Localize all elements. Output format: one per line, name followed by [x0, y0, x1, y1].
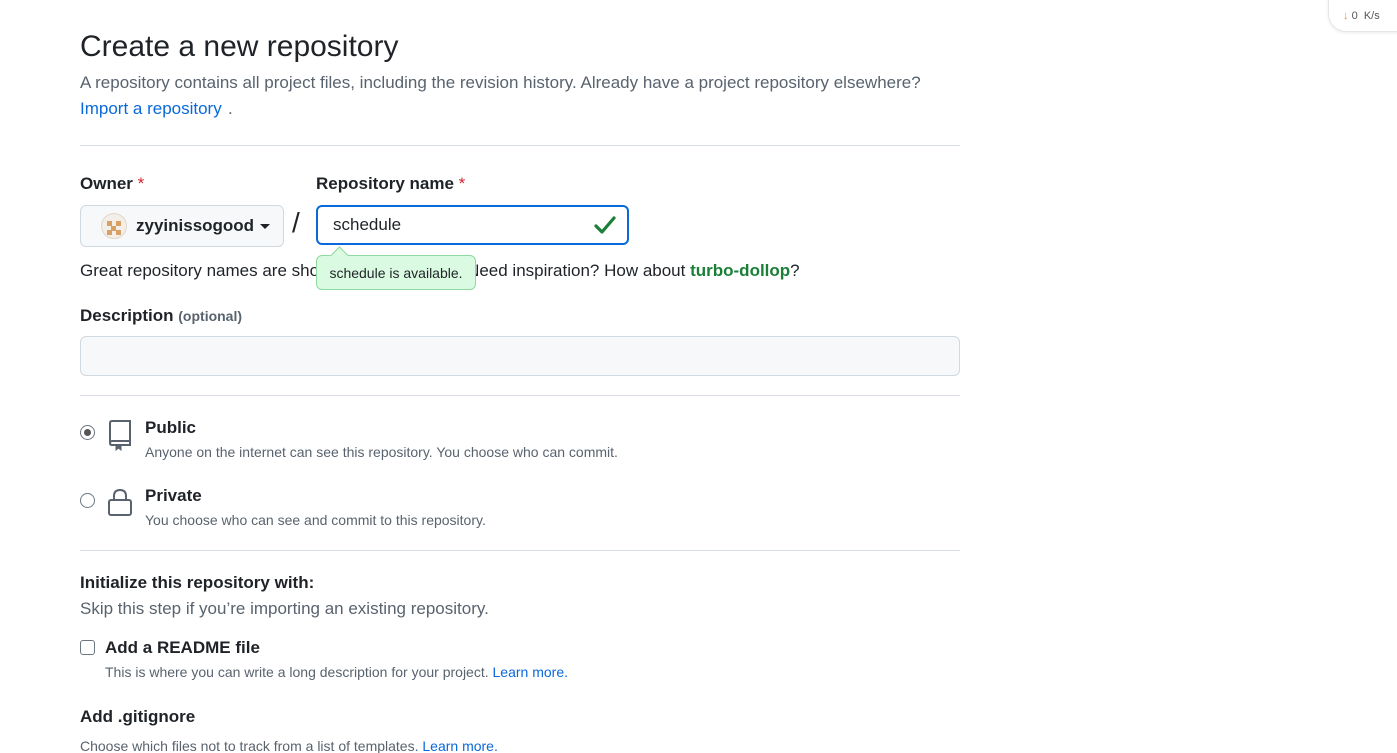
private-radio[interactable]: [80, 493, 95, 508]
initialize-subtitle: Skip this step if you’re importing an ex…: [80, 599, 489, 618]
public-option-title: Public: [145, 418, 197, 437]
description-label: Description (optional): [80, 306, 243, 325]
required-mark: *: [137, 174, 145, 193]
page: ↑ 0 K/s ↓ 0 K/s Create a new repository …: [0, 0, 1397, 753]
page-subtitle: A repository contains all project files,…: [80, 73, 921, 92]
suggested-name[interactable]: turbo-dollop: [690, 261, 790, 280]
page-title: Create a new repository: [80, 30, 399, 63]
upload-arrow-icon: ↑: [1343, 0, 1349, 1]
import-link-period: .: [228, 99, 233, 118]
download-speed: ↓ 0 K/s: [1343, 10, 1380, 22]
import-repository-link[interactable]: Import a repository: [80, 99, 222, 119]
owner-name: zyyinissogood: [136, 216, 255, 235]
owner-repo-separator: /: [292, 207, 300, 238]
repository-name-label: Repository name *: [316, 174, 466, 193]
initialize-title: Initialize this repository with:: [80, 573, 315, 592]
required-mark: *: [458, 174, 466, 193]
gitignore-learn-more-link[interactable]: Learn more.: [422, 738, 497, 753]
divider: [80, 145, 960, 146]
gitignore-title: Add .gitignore: [80, 707, 196, 726]
avatar: [101, 213, 127, 239]
private-option-title: Private: [145, 486, 202, 505]
network-speed-widget: ↑ 0 K/s ↓ 0 K/s: [1328, 0, 1397, 32]
owner-label: Owner *: [80, 174, 145, 193]
readme-label[interactable]: Add a README file: [105, 638, 260, 658]
public-radio[interactable]: [80, 425, 95, 440]
description-input[interactable]: [80, 336, 960, 376]
private-option-description: You choose who can see and commit to thi…: [145, 512, 486, 528]
divider: [80, 550, 960, 551]
readme-checkbox[interactable]: [80, 640, 95, 655]
gitignore-description: Choose which files not to track from a l…: [80, 738, 498, 753]
public-option-description: Anyone on the internet can see this repo…: [145, 444, 618, 460]
lock-icon: [108, 488, 132, 516]
readme-learn-more-link[interactable]: Learn more.: [493, 664, 568, 680]
download-arrow-icon: ↓: [1343, 10, 1349, 22]
readme-description: This is where you can write a long descr…: [105, 664, 568, 680]
divider: [80, 395, 960, 396]
caret-down-icon: [260, 223, 271, 229]
check-icon: [594, 216, 616, 234]
availability-tooltip: schedule is available.: [316, 255, 476, 290]
repository-name-input[interactable]: [316, 205, 629, 245]
upload-speed: ↑ 0 K/s: [1343, 0, 1380, 1]
repo-icon: [109, 420, 131, 451]
owner-dropdown[interactable]: zyyinissogood: [80, 205, 284, 247]
optional-tag: (optional): [178, 308, 243, 324]
